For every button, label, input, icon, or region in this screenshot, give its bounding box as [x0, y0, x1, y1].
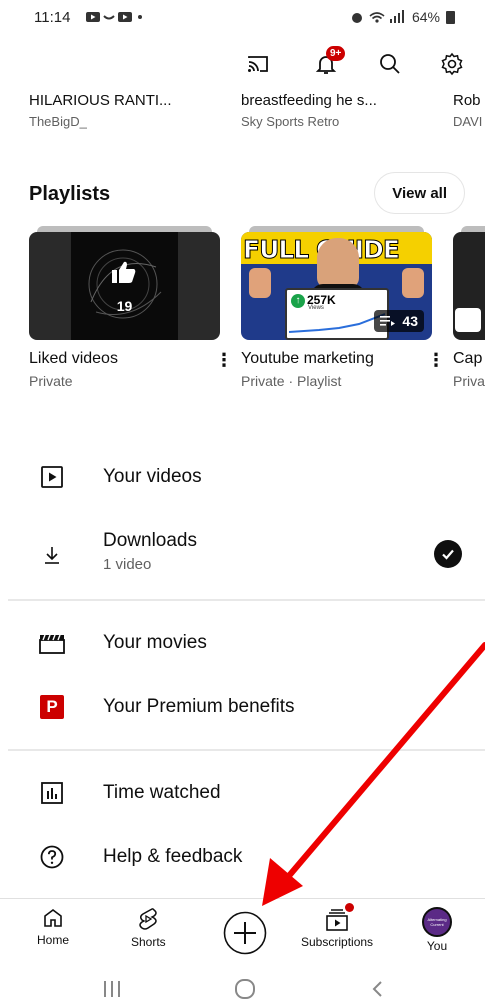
liked-count: 19 [116, 298, 133, 314]
menu-sublabel: 1 video [103, 556, 152, 573]
history-channel: DAVI [453, 114, 483, 129]
bottom-navigation: Home Shorts Subscriptions Alternating Cu… [0, 898, 485, 966]
history-title: HILARIOUS RANTI... [29, 92, 172, 109]
history-channel: Sky Sports Retro [241, 114, 340, 129]
divider [8, 599, 485, 601]
menu-premium-benefits[interactable]: P Your Premium benefits [0, 680, 485, 736]
divider [8, 749, 485, 751]
menu-label: Your Premium benefits [103, 696, 295, 717]
playlist-card-liked-videos[interactable]: 19 Liked videos Private ⋮ [29, 226, 234, 396]
thumbs-up-icon [111, 260, 137, 289]
history-item[interactable]: HILARIOUS RANTI... TheBigD_ [29, 88, 219, 129]
nav-label: Subscriptions [301, 935, 374, 949]
playlist-subtitle: Priva [453, 373, 485, 389]
bar-chart-icon [39, 780, 65, 806]
check-circle-icon [434, 540, 462, 568]
menu-your-videos[interactable]: Your videos [0, 450, 485, 506]
cast-icon[interactable] [244, 50, 272, 78]
menu-time-watched[interactable]: Time watched [0, 766, 485, 822]
menu-help-feedback[interactable]: Help & feedback [0, 830, 485, 886]
status-right: 64% [350, 9, 455, 25]
new-content-dot [345, 903, 355, 912]
clapperboard-icon [39, 630, 65, 656]
playlist-card-partial[interactable]: Cap Priva [453, 226, 485, 396]
plus-circle-icon [223, 911, 267, 955]
back-icon[interactable] [370, 980, 384, 998]
playlist-thumbnail [453, 232, 485, 340]
growth-chart [289, 313, 385, 333]
playlists-header: Playlists View all [29, 172, 469, 216]
nav-label: Home [37, 933, 70, 947]
notifications-button[interactable]: 9+ [312, 46, 346, 78]
view-all-button[interactable]: View all [374, 172, 465, 214]
nav-label: Shorts [131, 935, 166, 949]
playlist-title: Cap [453, 350, 483, 367]
playlist-subtitle: Private · Playlist [241, 373, 342, 389]
playlist-thumbnail: 19 [29, 232, 220, 340]
history-item[interactable]: Rob DAVI [453, 88, 485, 129]
status-bar: 11:14 64% [0, 0, 485, 36]
nav-you[interactable]: Alternating Current You [422, 907, 452, 953]
more-options-icon[interactable]: ⋮ [215, 350, 233, 371]
video-count: 43 [402, 313, 418, 329]
top-app-bar: 9+ [0, 40, 485, 88]
capcut-logo-icon [455, 308, 481, 332]
notification-icons [86, 12, 142, 22]
menu-label: Help & feedback [103, 846, 243, 867]
premium-icon: P [39, 694, 65, 720]
history-title: Rob [453, 92, 481, 109]
settings-gear-icon[interactable] [438, 50, 466, 78]
menu-label: Time watched [103, 782, 221, 803]
playlist-title: Liked videos [29, 350, 118, 367]
status-time: 11:14 [34, 9, 71, 26]
history-row: HILARIOUS RANTI... TheBigD_ breastfeedin… [0, 88, 485, 138]
playlist-subtitle: Private [29, 373, 73, 389]
avatar-text: Alternating Current [427, 917, 447, 927]
playlist-card-youtube-marketing[interactable]: FULL GUIDE ↑ 257K Views 43 Youtube marke… [241, 226, 446, 396]
playlist-icon [380, 316, 396, 326]
history-channel: TheBigD_ [29, 114, 87, 129]
subscriptions-icon [324, 903, 355, 931]
nav-create-button[interactable] [223, 911, 267, 955]
search-icon[interactable] [376, 50, 404, 78]
home-icon [44, 909, 62, 927]
menu-label: Downloads [103, 530, 197, 551]
menu-label: Your videos [103, 466, 202, 487]
system-navigation [0, 966, 485, 1007]
download-icon [39, 542, 65, 568]
alarm-wifi-signal-icons [351, 10, 404, 23]
battery-percent: 64% [411, 9, 440, 25]
menu-your-movies[interactable]: Your movies [0, 616, 485, 672]
help-circle-icon [39, 844, 65, 870]
notification-badge: 9+ [326, 46, 346, 61]
nav-home[interactable]: Home [37, 907, 69, 947]
up-arrow-icon: ↑ [291, 294, 305, 308]
playlists-title: Playlists [29, 183, 111, 205]
menu-downloads[interactable]: Downloads 1 video [0, 524, 485, 584]
history-title: breastfeeding he s... [241, 92, 377, 109]
video-count-chip: 43 [374, 310, 424, 332]
recent-apps-icon[interactable] [102, 980, 122, 998]
more-options-icon[interactable]: ⋮ [427, 350, 445, 371]
playlist-title: Youtube marketing [241, 350, 374, 367]
presenter-head [317, 238, 359, 288]
home-system-icon[interactable] [234, 979, 256, 999]
nav-shorts[interactable]: Shorts [131, 907, 166, 949]
nav-label: You [426, 939, 448, 953]
playlist-thumbnail: FULL GUIDE ↑ 257K Views 43 [241, 232, 432, 340]
menu-label: Your movies [103, 632, 207, 653]
history-item[interactable]: breastfeeding he s... Sky Sports Retro [241, 88, 431, 129]
laptop-screen: ↑ 257K Views [285, 288, 389, 340]
thumb-hand-left [249, 268, 271, 298]
avatar: Alternating Current [422, 907, 452, 937]
thumb-hand-right [402, 268, 424, 298]
battery-icon [446, 10, 455, 24]
status-notification-icons [86, 10, 144, 27]
shorts-icon [139, 908, 158, 930]
play-box-icon [39, 464, 65, 490]
premium-letter: P [40, 695, 64, 719]
nav-subscriptions[interactable]: Subscriptions [301, 903, 374, 949]
